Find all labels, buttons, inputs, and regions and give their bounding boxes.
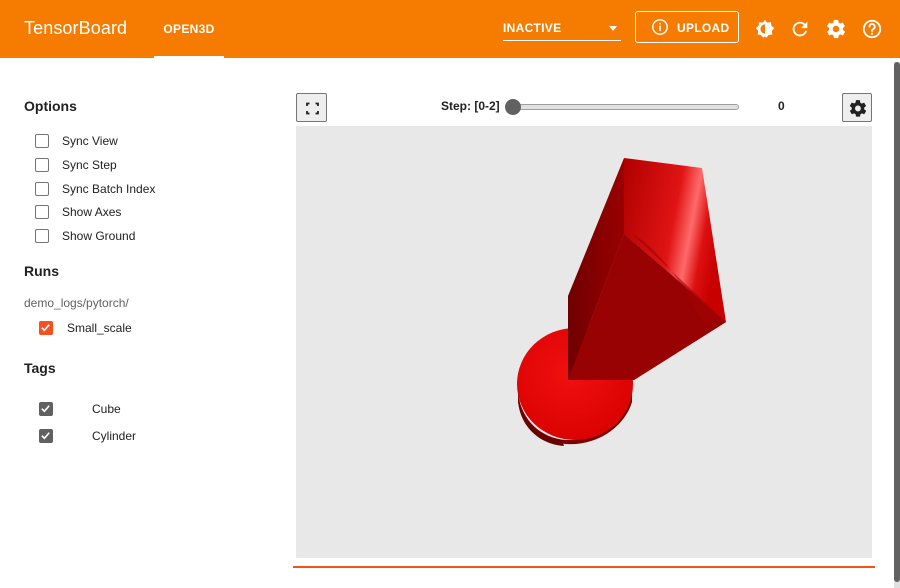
loading-progress-bar (293, 566, 875, 568)
cube-label: Cube (92, 402, 121, 416)
tab-open3d-label: OPEN3D (163, 22, 215, 36)
show-ground-label: Show Ground (62, 229, 136, 243)
cylinder-checkbox[interactable] (39, 429, 53, 443)
sync-batch-index-checkbox[interactable] (35, 182, 49, 196)
settings-icon[interactable] (825, 18, 847, 40)
plugin-status-select[interactable]: INACTIVE (503, 19, 621, 41)
plugin-status-value: INACTIVE (503, 21, 562, 35)
step-value: 0 (778, 99, 785, 113)
sync-view-label: Sync View (62, 134, 118, 148)
chevron-down-icon (609, 26, 617, 31)
check-icon (41, 324, 50, 332)
info-icon (652, 19, 668, 35)
step-slider-track[interactable] (512, 104, 739, 110)
step-range-label: Step: [0-2] (441, 99, 500, 113)
small-scale-label: Small_scale (67, 321, 132, 335)
check-icon (41, 405, 50, 413)
show-axes-checkbox[interactable] (35, 205, 49, 219)
dark-mode-icon[interactable] (754, 18, 776, 40)
cube-mesh (568, 158, 726, 380)
upload-button[interactable]: UPLOAD (635, 11, 739, 43)
run-group-path: demo_logs/pytorch/ (24, 296, 129, 310)
sync-view-checkbox[interactable] (35, 134, 49, 148)
show-ground-checkbox[interactable] (35, 229, 49, 243)
step-slider-thumb[interactable] (505, 99, 521, 115)
scrollbar-thumb[interactable] (894, 62, 900, 582)
gear-icon (849, 100, 867, 117)
cube-checkbox[interactable] (39, 402, 53, 416)
show-axes-label: Show Axes (62, 205, 122, 219)
open3d-canvas[interactable] (296, 126, 872, 558)
options-heading: Options (24, 98, 77, 114)
cylinder-label: Cylinder (92, 429, 137, 443)
check-icon (41, 432, 50, 440)
viewer-settings-button[interactable] (842, 93, 872, 122)
page-scrollbar[interactable] (894, 62, 900, 588)
refresh-icon[interactable] (789, 18, 811, 40)
small-scale-checkbox[interactable] (39, 321, 53, 335)
help-icon[interactable] (861, 18, 883, 40)
sync-batch-index-label: Sync Batch Index (62, 182, 156, 196)
upload-label: UPLOAD (677, 21, 730, 35)
fullscreen-button[interactable] (296, 93, 327, 122)
sync-step-checkbox[interactable] (35, 158, 49, 172)
fullscreen-icon (306, 102, 319, 115)
app-title[interactable]: TensorBoard (24, 18, 127, 39)
sync-step-label: Sync Step (62, 158, 117, 172)
runs-heading: Runs (24, 263, 59, 279)
scene-3d (517, 158, 726, 446)
tags-heading: Tags (24, 360, 56, 376)
tab-open3d[interactable]: OPEN3D (154, 0, 224, 58)
top-app-bar: TensorBoard OPEN3D INACTIVE UPLOAD (0, 0, 900, 58)
active-tab-indicator (154, 56, 224, 58)
